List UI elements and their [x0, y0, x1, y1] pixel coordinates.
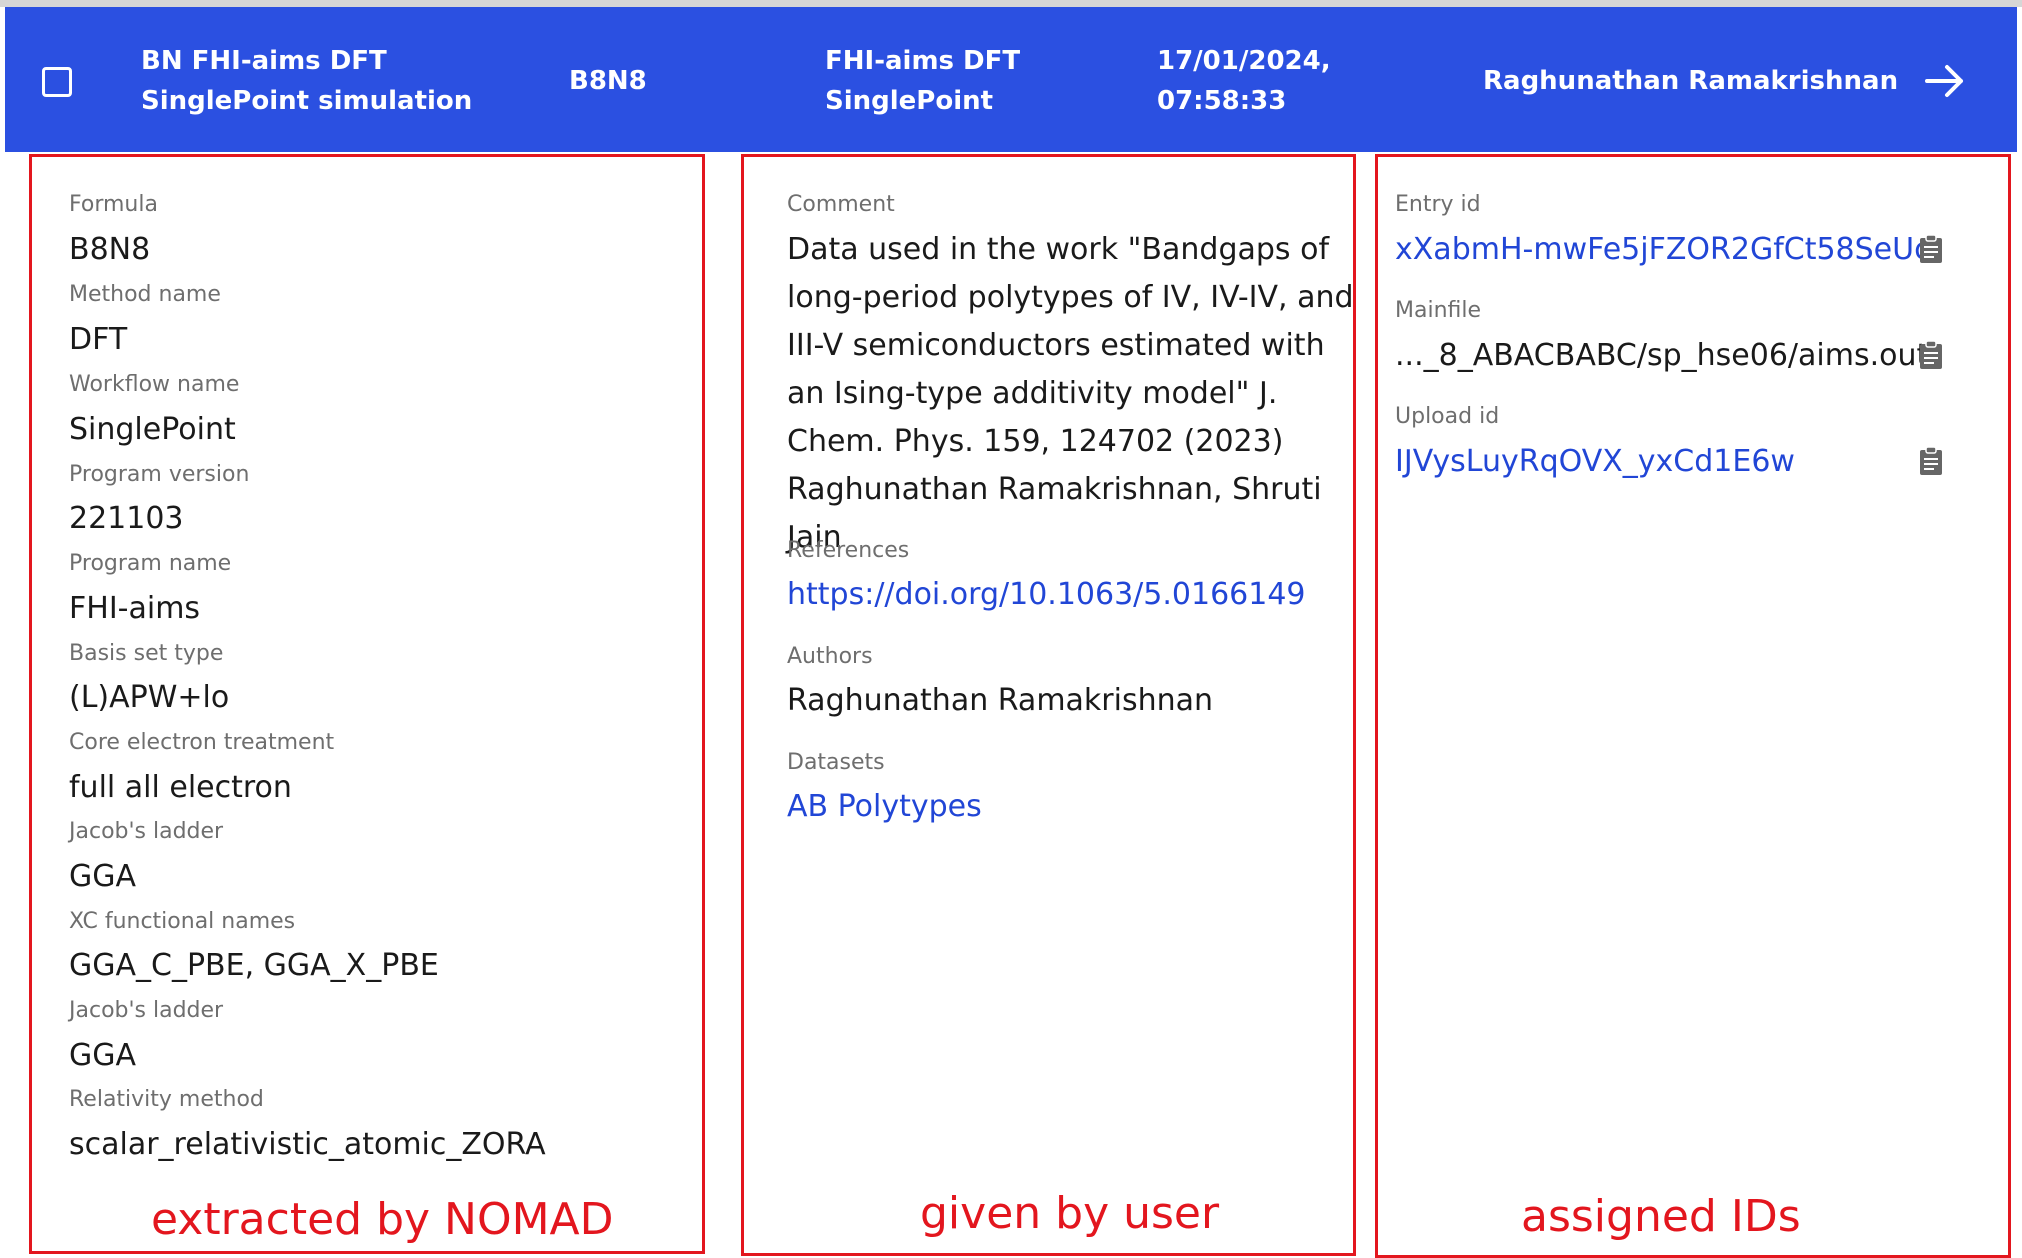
entry-id-label: Entry id [1395, 192, 1481, 217]
field-value: SinglePoint [69, 412, 236, 447]
field-value: B8N8 [69, 232, 151, 267]
field-value: FHI-aims [69, 591, 201, 626]
field-label: Jacob's ladder [69, 819, 224, 844]
field-value: scalar_relativistic_atomic_ZORA [69, 1127, 546, 1162]
references-label: References [787, 538, 910, 563]
header-method: FHI-aims DFT SinglePoint [825, 46, 1021, 116]
arrow-right-icon[interactable] [1923, 59, 1967, 103]
header-date-time: 07:58:33 [1157, 86, 1287, 116]
comment-label: Comment [787, 192, 895, 217]
caption-extracted: extracted by NOMAD [151, 1194, 614, 1245]
field-value: DFT [69, 322, 128, 357]
mainfile-label: Mainfile [1395, 298, 1482, 323]
datasets-label: Datasets [787, 750, 885, 775]
field-value: GGA [69, 859, 137, 894]
entry-id-link[interactable]: xXabmH-mwFe5jFZOR2GfCt58SeUc [1395, 230, 1931, 270]
field-label: Program version [69, 462, 250, 487]
authors-value: Raghunathan Ramakrishnan [787, 683, 1214, 718]
field-label: Relativity method [69, 1087, 264, 1112]
top-divider [0, 0, 2022, 7]
header-formula: B8N8 [569, 66, 647, 96]
entry-name: BN FHI-aims DFT SinglePoint simulation [141, 46, 473, 116]
field-value: (L)APW+lo [69, 680, 230, 715]
field-label: Core electron treatment [69, 730, 335, 755]
field-value: 221103 [69, 501, 184, 536]
entry-row-header[interactable]: BN FHI-aims DFT SinglePoint simulation B… [5, 7, 2017, 152]
clipboard-icon[interactable] [1919, 234, 1943, 264]
mainfile-value: ..._8_ABACBABC/sp_hse06/aims.out [1395, 338, 1929, 373]
header-author: Raghunathan Ramakrishnan [1483, 66, 1899, 96]
field-label: Method name [69, 282, 221, 307]
authors-label: Authors [787, 644, 873, 669]
reference-link[interactable]: https://doi.org/10.1063/5.0166149 [787, 575, 1306, 615]
clipboard-icon[interactable] [1919, 340, 1943, 370]
clipboard-icon[interactable] [1919, 446, 1943, 476]
field-label: Basis set type [69, 641, 224, 666]
caption-ids: assigned IDs [1521, 1191, 1801, 1242]
caption-user: given by user [920, 1188, 1220, 1239]
select-checkbox[interactable] [42, 67, 72, 97]
field-label: Workflow name [69, 372, 240, 397]
upload-id-label: Upload id [1395, 404, 1500, 429]
field-label: Formula [69, 192, 158, 217]
field-label: Jacob's ladder [69, 998, 224, 1023]
header-date-day: 17/01/2024, [1157, 46, 1331, 76]
dataset-link[interactable]: AB Polytypes [787, 787, 982, 827]
field-value: GGA_C_PBE, GGA_X_PBE [69, 948, 439, 983]
header-date: 17/01/2024, 07:58:33 [1157, 41, 1331, 121]
field-value: full all electron [69, 770, 292, 805]
upload-id-link[interactable]: IJVysLuyRqOVX_yxCd1E6w [1395, 442, 1795, 482]
field-label: Program name [69, 551, 232, 576]
field-label: XC functional names [69, 909, 296, 934]
field-value: GGA [69, 1038, 137, 1073]
comment-text: Data used in the work "Bandgaps of long-… [787, 232, 1354, 555]
